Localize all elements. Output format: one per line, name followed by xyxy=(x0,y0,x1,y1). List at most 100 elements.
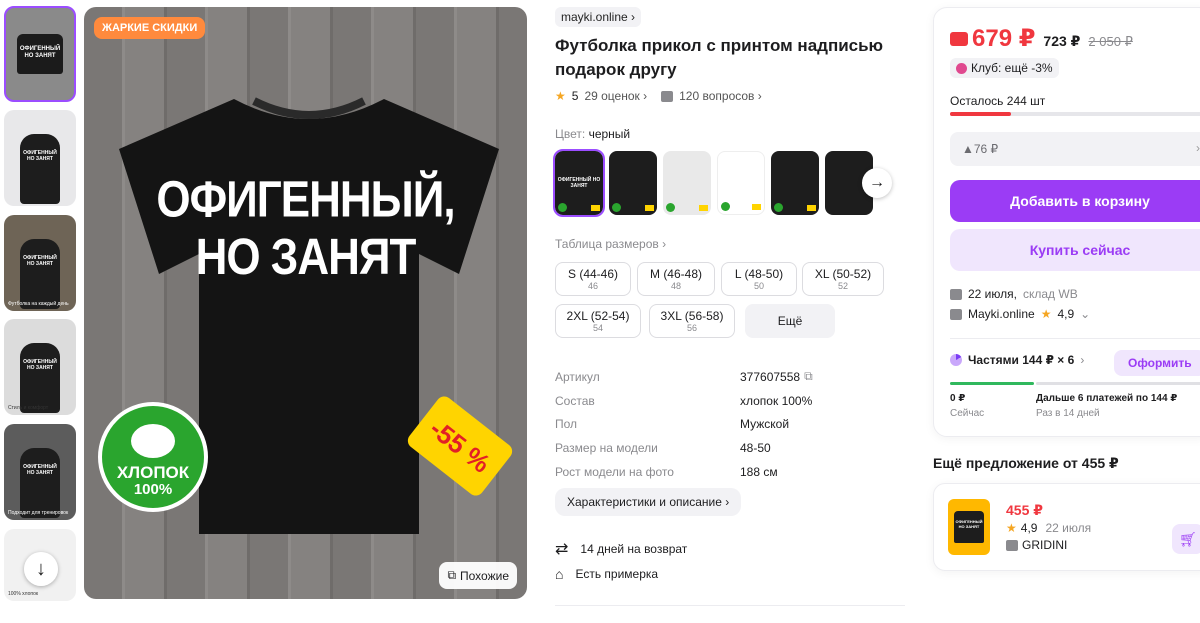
buy-box: 679 ₽ 723 ₽ 2 050 ₽ Клуб: ещё -3% Остало… xyxy=(933,7,1200,437)
delivery-date: 22 июля, xyxy=(968,287,1017,301)
thumbnail-1[interactable]: ОФИГЕННЫЙ НО ЗАНЯТ xyxy=(4,6,76,102)
price-current: 679 ₽ xyxy=(950,24,1035,53)
pay-later: Дальше 6 платежей по 144 ₽ Раз в 14 дней xyxy=(1036,391,1177,421)
thumb-caption: Стиль и комфорт xyxy=(8,405,49,411)
thumb-text: ОФИГЕННЫЙ НО ЗАНЯТ xyxy=(20,134,60,204)
chevron-right-icon: › xyxy=(1196,141,1200,155)
price-wallet: 723 ₽ xyxy=(1043,33,1081,49)
spec-value: 377607558 xyxy=(740,369,801,384)
size-option[interactable]: 3XL (56-58) 56 xyxy=(649,304,735,338)
size-table-label: Таблица размеров xyxy=(555,237,659,251)
copy-icon[interactable]: ⧉ xyxy=(804,369,813,384)
print-line-1: ОФИГЕННЫЙ, xyxy=(156,171,455,228)
spec-value: 188 см xyxy=(740,464,778,479)
size-option[interactable]: S (44-46) 46 xyxy=(555,262,631,296)
color-swatch[interactable] xyxy=(717,151,765,215)
thumbnail-3[interactable]: ОФИГЕННЫЙ НО ЗАНЯТ Футболка на каждый ден… xyxy=(4,215,76,311)
pay-now-amount: 0 ₽ xyxy=(950,393,966,404)
cart-icon[interactable]: 🛒︎ xyxy=(1172,524,1200,554)
color-label-text: Цвет: xyxy=(555,127,586,141)
spec-value: хлопок 100% xyxy=(740,393,813,408)
other-seller-name: GRIDINI xyxy=(1022,538,1068,552)
pie-chart-icon xyxy=(950,354,962,366)
add-to-cart-button[interactable]: Добавить в корзину xyxy=(950,180,1200,222)
return-policy: ⇄ 14 дней на возврат xyxy=(555,539,687,559)
spec-value: Мужской xyxy=(740,417,790,432)
thumbnail-2[interactable]: ОФИГЕННЫЙ НО ЗАНЯТ xyxy=(4,110,76,206)
star-icon: ★ xyxy=(555,89,566,103)
similar-button[interactable]: ⧉ Похожие xyxy=(439,562,517,589)
color-swatch[interactable]: ОФИГЕННЫЙ НО ЗАНЯТ xyxy=(553,149,605,217)
delivery-warehouse: склад WB xyxy=(1022,287,1078,301)
color-swatch[interactable] xyxy=(771,151,819,215)
cotton-percent: 100% xyxy=(133,481,173,498)
size-option[interactable]: 2XL (52-54) 54 xyxy=(555,304,641,338)
spec-value: 48-50 xyxy=(740,440,771,455)
size-option[interactable]: M (46-48) 48 xyxy=(637,262,715,296)
other-offer-title: Ещё предложение от 455 ₽ xyxy=(933,455,1119,471)
similar-icon: ⧉ xyxy=(447,568,457,582)
color-label: Цвет: черный xyxy=(555,127,630,141)
thumb-text: ОФИГЕННЫЙ НО ЗАНЯТ xyxy=(17,34,63,74)
specs-list: Артикул 377607558 ⧉ Состав хлопок 100% Пол М… xyxy=(555,365,895,483)
pay-later-label: Раз в 14 дней xyxy=(1036,408,1100,419)
buy-now-button[interactable]: Купить сейчас xyxy=(950,229,1200,271)
spec-row: Состав хлопок 100% xyxy=(555,389,895,413)
rating-value: 5 xyxy=(571,89,579,103)
similar-label: Похожие xyxy=(460,568,509,583)
other-offer-price: 455 ₽ xyxy=(1006,502,1043,518)
color-swatch[interactable] xyxy=(663,151,711,215)
thumbnail-4[interactable]: ОФИГЕННЫЙ НО ЗАНЯТ Стиль и комфорт xyxy=(4,319,76,415)
pay-now-bar xyxy=(950,382,1034,385)
chevron-down-icon: ⌄ xyxy=(1080,307,1091,321)
installments-button[interactable]: Оформить xyxy=(1114,350,1200,376)
return-icon: ⇄ xyxy=(555,541,569,558)
hanger-icon: ⌂ xyxy=(555,566,564,582)
color-value: черный xyxy=(588,127,631,141)
price-old: 2 050 ₽ xyxy=(1088,34,1133,49)
size-ru: 52 xyxy=(837,281,848,291)
other-offer-image: ОФИГЕННЫЙ НО ЗАНЯТ xyxy=(948,499,990,555)
size-option[interactable]: L (48-50) 50 xyxy=(721,262,797,296)
coins-row[interactable]: ▲76 ₽ › xyxy=(950,132,1200,166)
club-badge[interactable]: Клуб: ещё -3% xyxy=(950,58,1059,78)
more-sizes-button[interactable]: Ещё xyxy=(745,304,835,338)
reviews-count: 29 оценок xyxy=(584,89,640,103)
cotton-flower-icon xyxy=(131,424,175,458)
pay-now-label: Сейчас xyxy=(950,408,985,419)
price-row: 679 ₽ 723 ₽ 2 050 ₽ xyxy=(950,24,1133,53)
thumb-caption: 100% хлопок xyxy=(8,591,39,597)
size-ru: 50 xyxy=(753,281,764,291)
print-text: ОФИГЕННЫЙ, НО ЗАНЯТ xyxy=(84,172,527,287)
size-ru: 56 xyxy=(686,323,697,333)
spec-key: Артикул xyxy=(555,369,600,384)
spec-key: Рост модели на фото xyxy=(555,464,674,479)
other-rating-value: 4,9 xyxy=(1020,521,1038,535)
club-text: Клуб: ещё -3% xyxy=(971,61,1053,75)
main-product-image[interactable]: ОФИГЕННЫЙ, НО ЗАНЯТ ЖАРКИЕ СКИДКИ ХЛОПОК… xyxy=(84,7,527,599)
wallet-icon xyxy=(950,32,968,46)
shop-icon xyxy=(1006,539,1018,551)
spec-key: Пол xyxy=(555,417,578,432)
arrow-right-icon[interactable]: → xyxy=(862,168,892,198)
seller-name: Mayki.online xyxy=(968,307,1035,321)
questions-link[interactable]: 120 вопросов › xyxy=(679,89,762,103)
installments-link[interactable]: Частями 144 ₽ × 6 › xyxy=(950,353,1084,367)
size-table-link[interactable]: Таблица размеров › xyxy=(555,237,666,251)
brand-link[interactable]: mayki.online › xyxy=(555,7,642,27)
other-offer-card[interactable]: ОФИГЕННЫЙ НО ЗАНЯТ 455 ₽ ★ 4,9 22 июля GRI… xyxy=(933,483,1200,571)
print-line-2: НО ЗАНЯТ xyxy=(195,229,417,286)
size-option[interactable]: XL (50-52) 52 xyxy=(802,262,884,296)
divider xyxy=(555,605,905,606)
color-swatch[interactable] xyxy=(609,151,657,215)
hot-deals-badge: ЖАРКИЕ СКИДКИ xyxy=(94,17,206,39)
cotton-label: ХЛОПОК xyxy=(116,463,190,482)
swatch-text: ОФИГЕННЫЙ НО ЗАНЯТ xyxy=(557,177,601,189)
scroll-down-icon[interactable]: ↓ xyxy=(24,552,58,586)
pay-later-bar xyxy=(1036,382,1200,385)
characteristics-button[interactable]: Характеристики и описание › xyxy=(555,488,742,516)
brand-name: mayki.online xyxy=(561,10,628,24)
seller-info[interactable]: Mayki.online ★ 4,9 ⌄ xyxy=(950,307,1090,321)
reviews-link[interactable]: 29 оценок › xyxy=(584,89,647,103)
thumbnail-5[interactable]: ОФИГЕННЫЙ НО ЗАНЯТ Подходит для тренирово… xyxy=(4,424,76,520)
